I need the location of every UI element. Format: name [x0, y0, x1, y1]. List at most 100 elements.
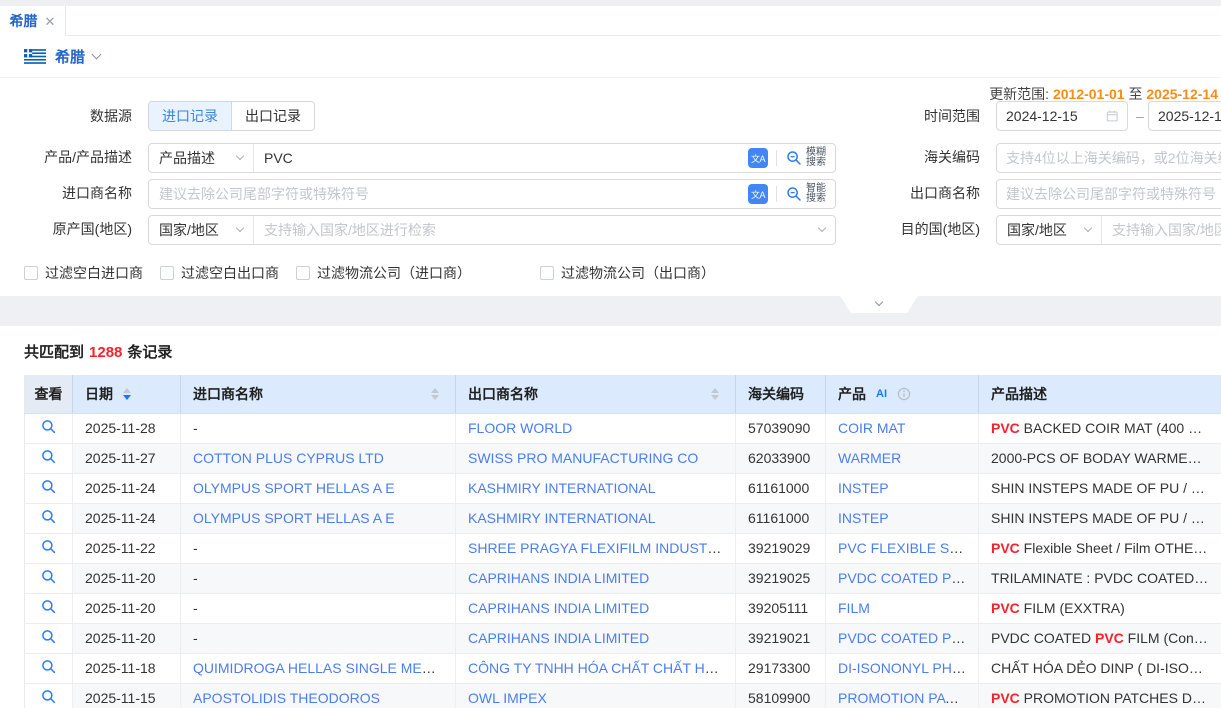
checkbox-filter-logistics-exporter[interactable]: 过滤物流公司（出口商） [540, 263, 715, 283]
table-row: 2025-11-24OLYMPUS SPORT HELLAS A EKASHMI… [25, 503, 1221, 533]
origin-country-select[interactable]: 国家/地区 [149, 216, 254, 244]
checkbox-filter-blank-importer[interactable]: 过滤空白进口商 [24, 263, 143, 283]
cell-exporter[interactable]: CAPRIHANS INDIA LIMITED [456, 623, 736, 653]
export-records-tab[interactable]: 出口记录 [231, 102, 314, 130]
cell-description: 2000-PCS OF BODAY WARMER M/O ... [979, 443, 1221, 473]
cell-exporter[interactable]: SHREE PRAGYA FLEXIFILM INDUSTRIES [456, 533, 736, 563]
table-row: 2025-11-20-CAPRIHANS INDIA LIMITED392051… [25, 593, 1221, 623]
table-header-row: 查看 日期 进口商名称 出口商名称 海关编码 [25, 375, 1221, 413]
cell-product[interactable]: PVC FLEXIBLE SHEET F... [826, 533, 979, 563]
cell-date: 2025-11-15 [73, 683, 181, 708]
origin-input[interactable] [254, 216, 819, 244]
destination-input[interactable] [1102, 216, 1221, 244]
checkbox-icon[interactable] [540, 266, 554, 280]
greece-flag-icon [24, 49, 46, 64]
chevron-down-icon[interactable] [92, 50, 102, 60]
cell-importer[interactable]: OLYMPUS SPORT HELLAS A E [181, 473, 456, 503]
exporter-input[interactable] [1006, 186, 1221, 202]
view-record-button[interactable] [25, 683, 73, 708]
origin-label: 原产国(地区) [0, 215, 140, 243]
product-input[interactable] [254, 144, 740, 172]
view-record-button[interactable] [25, 503, 73, 533]
cell-product[interactable]: FILM [826, 593, 979, 623]
cell-importer: - [181, 563, 456, 593]
view-record-button[interactable] [25, 533, 73, 563]
view-record-button[interactable] [25, 563, 73, 593]
cell-product[interactable]: INSTEP [826, 473, 979, 503]
view-record-button[interactable] [25, 593, 73, 623]
table-row: 2025-11-20-CAPRIHANS INDIA LIMITED392190… [25, 623, 1221, 653]
date-start-picker[interactable] [996, 101, 1128, 131]
cell-product[interactable]: WARMER [826, 443, 979, 473]
search-icon [786, 186, 802, 202]
cell-exporter[interactable]: KASHMIRY INTERNATIONAL [456, 473, 736, 503]
table-row: 2025-11-15APOSTOLIDIS THEODOROSOWL IMPEX… [25, 683, 1221, 708]
importer-label: 进口商名称 [0, 179, 140, 207]
cell-exporter[interactable]: SWISS PRO MANUFACTURING CO [456, 443, 736, 473]
cell-exporter[interactable]: CAPRIHANS INDIA LIMITED [456, 563, 736, 593]
cell-date: 2025-11-28 [73, 413, 181, 443]
fuzzy-search-button[interactable]: 模糊搜索 [777, 144, 835, 172]
cell-product[interactable]: PVDC COATED PVC FIL... [826, 563, 979, 593]
translate-icon[interactable]: 文A [748, 184, 768, 204]
cell-importer[interactable]: QUIMIDROGA HELLAS SINGLE MEMBER PC [181, 653, 456, 683]
view-record-button[interactable] [25, 443, 73, 473]
sort-icon[interactable] [711, 388, 719, 400]
cell-exporter[interactable]: KASHMIRY INTERNATIONAL [456, 503, 736, 533]
checkbox-filter-blank-exporter[interactable]: 过滤空白出口商 [160, 263, 279, 283]
info-icon[interactable] [897, 387, 911, 401]
import-records-tab[interactable]: 进口记录 [149, 102, 231, 130]
destination-country-select[interactable]: 国家/地区 [997, 216, 1102, 244]
cell-product[interactable]: COIR MAT [826, 413, 979, 443]
hs-code-field[interactable] [996, 143, 1221, 173]
origin-input-group: 国家/地区 [148, 215, 836, 245]
chevron-down-icon [236, 152, 244, 160]
cell-date: 2025-11-24 [73, 473, 181, 503]
smart-search-button[interactable]: 智能搜索 [777, 180, 835, 208]
cell-importer[interactable]: APOSTOLIDIS THEODOROS [181, 683, 456, 708]
chevron-down-icon [1084, 224, 1092, 232]
checkbox-icon[interactable] [296, 266, 310, 280]
importer-input[interactable] [149, 180, 740, 208]
col-header-importer[interactable]: 进口商名称 [181, 375, 456, 413]
cell-product[interactable]: DI-ISONONYL PHTHA... [826, 653, 979, 683]
filter-checkbox-row: 过滤空白进口商 过滤空白出口商 过滤物流公司（进口商） 过滤物流公司（出口商） [24, 263, 715, 283]
cell-importer[interactable]: OLYMPUS SPORT HELLAS A E [181, 503, 456, 533]
checkbox-icon[interactable] [160, 266, 174, 280]
date-end-input[interactable] [1158, 108, 1221, 124]
sort-icon[interactable] [123, 388, 131, 400]
tab-label: 希腊 [10, 11, 38, 31]
cell-product[interactable]: PROMOTION PATCH [826, 683, 979, 708]
sort-icon[interactable] [431, 388, 439, 400]
view-record-button[interactable] [25, 653, 73, 683]
checkbox-icon[interactable] [24, 266, 38, 280]
checkbox-filter-logistics-importer[interactable]: 过滤物流公司（进口商） [296, 263, 471, 283]
cell-exporter[interactable]: CAPRIHANS INDIA LIMITED [456, 593, 736, 623]
translate-icon[interactable]: 文A [748, 148, 768, 168]
view-record-button[interactable] [25, 413, 73, 443]
col-header-exporter[interactable]: 出口商名称 [456, 375, 736, 413]
cell-importer[interactable]: COTTON PLUS CYPRUS LTD [181, 443, 456, 473]
product-label: 产品/产品描述 [0, 143, 140, 171]
col-header-product: 产品 AI [826, 375, 979, 413]
cell-hs-code: 61161000 [736, 503, 826, 533]
cell-importer: - [181, 413, 456, 443]
cell-exporter[interactable]: FLOOR WORLD [456, 413, 736, 443]
cell-description: PVC PROMOTION PATCHES DETAIL ... [979, 683, 1221, 708]
view-record-button[interactable] [25, 473, 73, 503]
cell-product[interactable]: PVDC COATED PVC FIL... [826, 623, 979, 653]
collapse-panel-button[interactable] [840, 296, 918, 313]
date-start-input[interactable] [1006, 108, 1106, 124]
hs-code-input[interactable] [1006, 150, 1221, 166]
exporter-field[interactable] [996, 179, 1221, 209]
date-end-picker[interactable] [1148, 101, 1221, 131]
col-header-date[interactable]: 日期 [73, 375, 181, 413]
cell-exporter[interactable]: OWL IMPEX [456, 683, 736, 708]
close-icon[interactable]: ✕ [45, 15, 56, 28]
view-record-button[interactable] [25, 623, 73, 653]
cell-exporter[interactable]: CÔNG TY TNHH HÓA CHẤT CHẤT HÓA DẺ... [456, 653, 736, 683]
product-type-select[interactable]: 产品描述 [149, 144, 254, 172]
hs-code-label: 海关编码 [830, 143, 988, 171]
tab-greece[interactable]: 希腊 ✕ [0, 6, 66, 36]
cell-product[interactable]: INSTEP [826, 503, 979, 533]
